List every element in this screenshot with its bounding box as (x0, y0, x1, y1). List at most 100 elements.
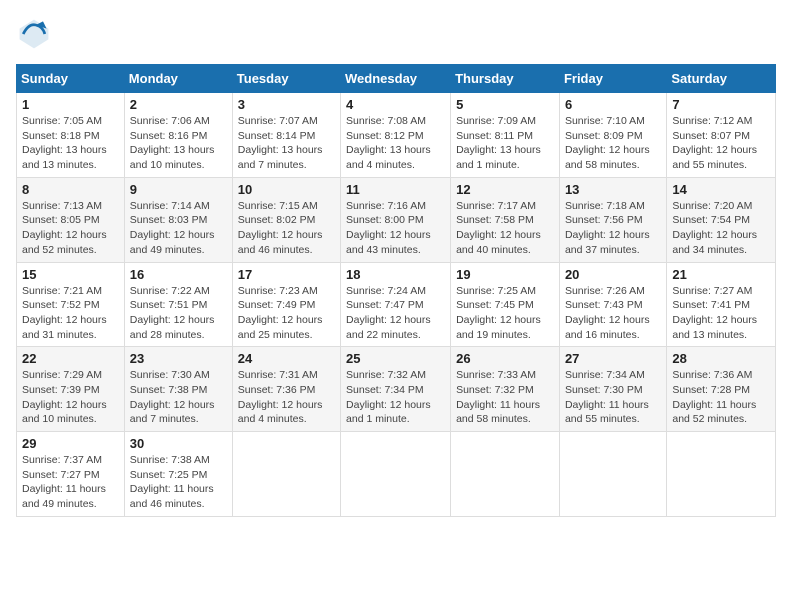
day-detail: Sunrise: 7:07 AM Sunset: 8:14 PM Dayligh… (238, 114, 335, 173)
day-number: 27 (565, 351, 661, 366)
day-detail: Sunrise: 7:25 AM Sunset: 7:45 PM Dayligh… (456, 284, 554, 343)
day-detail: Sunrise: 7:27 AM Sunset: 7:41 PM Dayligh… (672, 284, 770, 343)
day-number: 10 (238, 182, 335, 197)
calendar-cell: 1 Sunrise: 7:05 AM Sunset: 8:18 PM Daylig… (17, 93, 125, 178)
day-number: 1 (22, 97, 119, 112)
calendar-cell: 20 Sunrise: 7:26 AM Sunset: 7:43 PM Dayli… (559, 262, 666, 347)
day-header-saturday: Saturday (667, 65, 776, 93)
calendar-cell: 25 Sunrise: 7:32 AM Sunset: 7:34 PM Dayli… (341, 347, 451, 432)
day-number: 22 (22, 351, 119, 366)
day-detail: Sunrise: 7:21 AM Sunset: 7:52 PM Dayligh… (22, 284, 119, 343)
day-detail: Sunrise: 7:34 AM Sunset: 7:30 PM Dayligh… (565, 368, 661, 427)
day-detail: Sunrise: 7:32 AM Sunset: 7:34 PM Dayligh… (346, 368, 445, 427)
calendar-cell (559, 432, 666, 517)
calendar-cell: 2 Sunrise: 7:06 AM Sunset: 8:16 PM Daylig… (124, 93, 232, 178)
day-number: 6 (565, 97, 661, 112)
calendar-cell: 29Sunrise: 7:37 AM Sunset: 7:27 PM Dayli… (17, 432, 125, 517)
calendar-cell: 8 Sunrise: 7:13 AM Sunset: 8:05 PM Daylig… (17, 177, 125, 262)
day-number: 11 (346, 182, 445, 197)
calendar-cell: 7 Sunrise: 7:12 AM Sunset: 8:07 PM Daylig… (667, 93, 776, 178)
day-detail: Sunrise: 7:23 AM Sunset: 7:49 PM Dayligh… (238, 284, 335, 343)
calendar-cell: 17 Sunrise: 7:23 AM Sunset: 7:49 PM Dayli… (232, 262, 340, 347)
calendar-cell: 21 Sunrise: 7:27 AM Sunset: 7:41 PM Dayli… (667, 262, 776, 347)
day-number: 12 (456, 182, 554, 197)
page-header (16, 16, 776, 52)
day-header-sunday: Sunday (17, 65, 125, 93)
calendar-cell: 13Sunrise: 7:18 AM Sunset: 7:56 PM Dayli… (559, 177, 666, 262)
calendar-cell: 19 Sunrise: 7:25 AM Sunset: 7:45 PM Dayli… (451, 262, 560, 347)
calendar-cell: 3 Sunrise: 7:07 AM Sunset: 8:14 PM Daylig… (232, 93, 340, 178)
day-number: 17 (238, 267, 335, 282)
day-detail: Sunrise: 7:17 AM Sunset: 7:58 PM Dayligh… (456, 199, 554, 258)
day-detail: Sunrise: 7:38 AM Sunset: 7:25 PM Dayligh… (130, 453, 227, 512)
day-detail: Sunrise: 7:16 AM Sunset: 8:00 PM Dayligh… (346, 199, 445, 258)
day-header-wednesday: Wednesday (341, 65, 451, 93)
day-number: 21 (672, 267, 770, 282)
day-number: 7 (672, 97, 770, 112)
calendar-cell (667, 432, 776, 517)
calendar-cell: 30 Sunrise: 7:38 AM Sunset: 7:25 PM Dayli… (124, 432, 232, 517)
day-detail: Sunrise: 7:26 AM Sunset: 7:43 PM Dayligh… (565, 284, 661, 343)
day-detail: Sunrise: 7:31 AM Sunset: 7:36 PM Dayligh… (238, 368, 335, 427)
day-number: 8 (22, 182, 119, 197)
week-row-3: 15 Sunrise: 7:21 AM Sunset: 7:52 PM Dayli… (17, 262, 776, 347)
calendar-cell: 11 Sunrise: 7:16 AM Sunset: 8:00 PM Dayli… (341, 177, 451, 262)
day-number: 30 (130, 436, 227, 451)
calendar-cell: 22 Sunrise: 7:29 AM Sunset: 7:39 PM Dayli… (17, 347, 125, 432)
day-detail: Sunrise: 7:12 AM Sunset: 8:07 PM Dayligh… (672, 114, 770, 173)
day-detail: Sunrise: 7:33 AM Sunset: 7:32 PM Dayligh… (456, 368, 554, 427)
day-header-thursday: Thursday (451, 65, 560, 93)
calendar-table: SundayMondayTuesdayWednesdayThursdayFrid… (16, 64, 776, 517)
calendar-cell: 12 Sunrise: 7:17 AM Sunset: 7:58 PM Dayli… (451, 177, 560, 262)
day-number: 19 (456, 267, 554, 282)
day-number: 14 (672, 182, 770, 197)
calendar-cell: 9 Sunrise: 7:14 AM Sunset: 8:03 PM Daylig… (124, 177, 232, 262)
logo (16, 16, 56, 52)
day-number: 24 (238, 351, 335, 366)
day-number: 15 (22, 267, 119, 282)
calendar-cell: 27 Sunrise: 7:34 AM Sunset: 7:30 PM Dayli… (559, 347, 666, 432)
day-detail: Sunrise: 7:08 AM Sunset: 8:12 PM Dayligh… (346, 114, 445, 173)
day-detail: Sunrise: 7:22 AM Sunset: 7:51 PM Dayligh… (130, 284, 227, 343)
day-header-friday: Friday (559, 65, 666, 93)
calendar-cell: 14 Sunrise: 7:20 AM Sunset: 7:54 PM Dayli… (667, 177, 776, 262)
calendar-cell: 18Sunrise: 7:24 AM Sunset: 7:47 PM Dayli… (341, 262, 451, 347)
day-detail: Sunrise: 7:05 AM Sunset: 8:18 PM Dayligh… (22, 114, 119, 173)
calendar-cell: 5Sunrise: 7:09 AM Sunset: 8:11 PM Daylig… (451, 93, 560, 178)
day-number: 3 (238, 97, 335, 112)
calendar-cell: 15 Sunrise: 7:21 AM Sunset: 7:52 PM Dayli… (17, 262, 125, 347)
day-number: 4 (346, 97, 445, 112)
day-detail: Sunrise: 7:20 AM Sunset: 7:54 PM Dayligh… (672, 199, 770, 258)
day-detail: Sunrise: 7:29 AM Sunset: 7:39 PM Dayligh… (22, 368, 119, 427)
day-detail: Sunrise: 7:14 AM Sunset: 8:03 PM Dayligh… (130, 199, 227, 258)
day-detail: Sunrise: 7:37 AM Sunset: 7:27 PM Dayligh… (22, 453, 119, 512)
day-number: 2 (130, 97, 227, 112)
day-detail: Sunrise: 7:10 AM Sunset: 8:09 PM Dayligh… (565, 114, 661, 173)
day-detail: Sunrise: 7:06 AM Sunset: 8:16 PM Dayligh… (130, 114, 227, 173)
day-number: 20 (565, 267, 661, 282)
calendar-cell: 23Sunrise: 7:30 AM Sunset: 7:38 PM Dayli… (124, 347, 232, 432)
calendar-cell: 10 Sunrise: 7:15 AM Sunset: 8:02 PM Dayli… (232, 177, 340, 262)
week-row-4: 22 Sunrise: 7:29 AM Sunset: 7:39 PM Dayli… (17, 347, 776, 432)
logo-icon (16, 16, 52, 52)
calendar-cell (451, 432, 560, 517)
day-number: 9 (130, 182, 227, 197)
calendar-cell: 16 Sunrise: 7:22 AM Sunset: 7:51 PM Dayli… (124, 262, 232, 347)
calendar-cell (232, 432, 340, 517)
day-number: 28 (672, 351, 770, 366)
day-number: 16 (130, 267, 227, 282)
calendar-cell: 26 Sunrise: 7:33 AM Sunset: 7:32 PM Dayli… (451, 347, 560, 432)
day-detail: Sunrise: 7:09 AM Sunset: 8:11 PM Dayligh… (456, 114, 554, 173)
calendar-header-row: SundayMondayTuesdayWednesdayThursdayFrid… (17, 65, 776, 93)
day-detail: Sunrise: 7:13 AM Sunset: 8:05 PM Dayligh… (22, 199, 119, 258)
calendar-cell: 4 Sunrise: 7:08 AM Sunset: 8:12 PM Daylig… (341, 93, 451, 178)
day-number: 26 (456, 351, 554, 366)
day-header-monday: Monday (124, 65, 232, 93)
calendar-cell: 28Sunrise: 7:36 AM Sunset: 7:28 PM Dayli… (667, 347, 776, 432)
day-detail: Sunrise: 7:15 AM Sunset: 8:02 PM Dayligh… (238, 199, 335, 258)
day-number: 25 (346, 351, 445, 366)
calendar-cell: 24 Sunrise: 7:31 AM Sunset: 7:36 PM Dayli… (232, 347, 340, 432)
day-number: 23 (130, 351, 227, 366)
week-row-2: 8 Sunrise: 7:13 AM Sunset: 8:05 PM Daylig… (17, 177, 776, 262)
calendar-cell: 6 Sunrise: 7:10 AM Sunset: 8:09 PM Daylig… (559, 93, 666, 178)
